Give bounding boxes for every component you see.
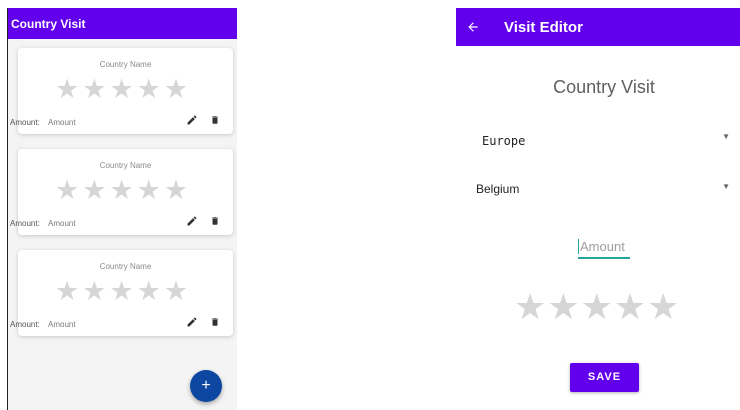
amount-label: Amount:	[10, 118, 40, 127]
star-icon: ★	[55, 175, 80, 205]
visit-editor-screen: Visit Editor Country Visit Europe ▼ Belg…	[456, 8, 740, 410]
rating-stars: ★ ★ ★ ★ ★	[55, 276, 188, 306]
form-heading: Country Visit	[553, 77, 655, 97]
save-button[interactable]: SAVE	[570, 363, 639, 392]
country-select[interactable]: Belgium ▼	[476, 178, 730, 200]
rating-bar[interactable]: ★ ★ ★ ★ ★	[514, 287, 679, 327]
pencil-icon[interactable]	[186, 215, 198, 227]
star-icon: ★	[136, 276, 161, 306]
app-bar: Country Visit	[8, 8, 237, 39]
amount-value: Amount	[48, 118, 76, 127]
country-name-label: Country Name	[99, 262, 152, 271]
arrow-back-icon[interactable]	[466, 20, 480, 34]
app-title: Country Visit	[11, 17, 86, 31]
amount-label: Amount:	[10, 320, 40, 329]
star-icon: ★	[163, 74, 189, 104]
amount-row: Amount: Amount	[10, 118, 76, 127]
star-icon[interactable]: ★	[647, 287, 679, 327]
chevron-down-icon: ▼	[722, 182, 730, 191]
star-icon[interactable]: ★	[514, 287, 546, 327]
visit-card[interactable]: Country Name ★ ★ ★ ★ ★ Amount: Amount	[10, 250, 233, 336]
star-icon: ★	[163, 276, 189, 306]
pencil-icon[interactable]	[186, 114, 198, 126]
star-icon: ★	[109, 175, 134, 205]
star-icon: ★	[109, 276, 134, 306]
star-icon: ★	[163, 175, 189, 205]
trash-icon[interactable]	[210, 215, 220, 227]
trash-icon[interactable]	[210, 114, 220, 126]
star-icon: ★	[136, 175, 161, 205]
star-icon: ★	[82, 175, 107, 205]
text-cursor	[578, 239, 579, 254]
star-icon: ★	[55, 74, 80, 104]
star-icon[interactable]: ★	[581, 287, 613, 327]
visit-list-screen: Country Visit Country Name ★ ★ ★ ★ ★ Amo…	[8, 8, 237, 410]
region-select[interactable]: Europe ▼	[476, 128, 730, 150]
add-visit-button[interactable]: +	[190, 370, 222, 402]
star-icon: ★	[55, 276, 80, 306]
rating-stars: ★ ★ ★ ★ ★	[55, 74, 188, 104]
amount-row: Amount: Amount	[10, 320, 76, 329]
amount-field[interactable]: Amount	[578, 237, 630, 259]
app-bar: Visit Editor	[456, 8, 740, 46]
star-icon: ★	[136, 74, 161, 104]
star-icon: ★	[82, 74, 107, 104]
app-title: Visit Editor	[504, 18, 583, 36]
country-name-label: Country Name	[99, 60, 152, 69]
amount-value: Amount	[48, 320, 76, 329]
amount-row: Amount: Amount	[10, 219, 76, 228]
amount-label: Amount:	[10, 219, 40, 228]
country-select-value: Belgium	[476, 182, 520, 196]
visit-card[interactable]: Country Name ★ ★ ★ ★ ★ Amount: Amount	[10, 149, 233, 235]
pencil-icon[interactable]	[186, 316, 198, 328]
star-icon: ★	[82, 276, 107, 306]
region-select-value: Europe	[482, 134, 526, 148]
star-icon[interactable]: ★	[614, 287, 646, 327]
star-icon: ★	[109, 74, 134, 104]
plus-icon: +	[201, 377, 211, 394]
chevron-down-icon: ▼	[722, 132, 730, 141]
visit-card[interactable]: Country Name ★ ★ ★ ★ ★ Amount: Amount	[10, 48, 233, 134]
trash-icon[interactable]	[210, 316, 220, 328]
rating-stars: ★ ★ ★ ★ ★	[55, 175, 188, 205]
amount-value: Amount	[48, 219, 76, 228]
star-icon[interactable]: ★	[547, 287, 579, 327]
country-name-label: Country Name	[99, 161, 152, 170]
amount-placeholder: Amount	[580, 239, 625, 254]
